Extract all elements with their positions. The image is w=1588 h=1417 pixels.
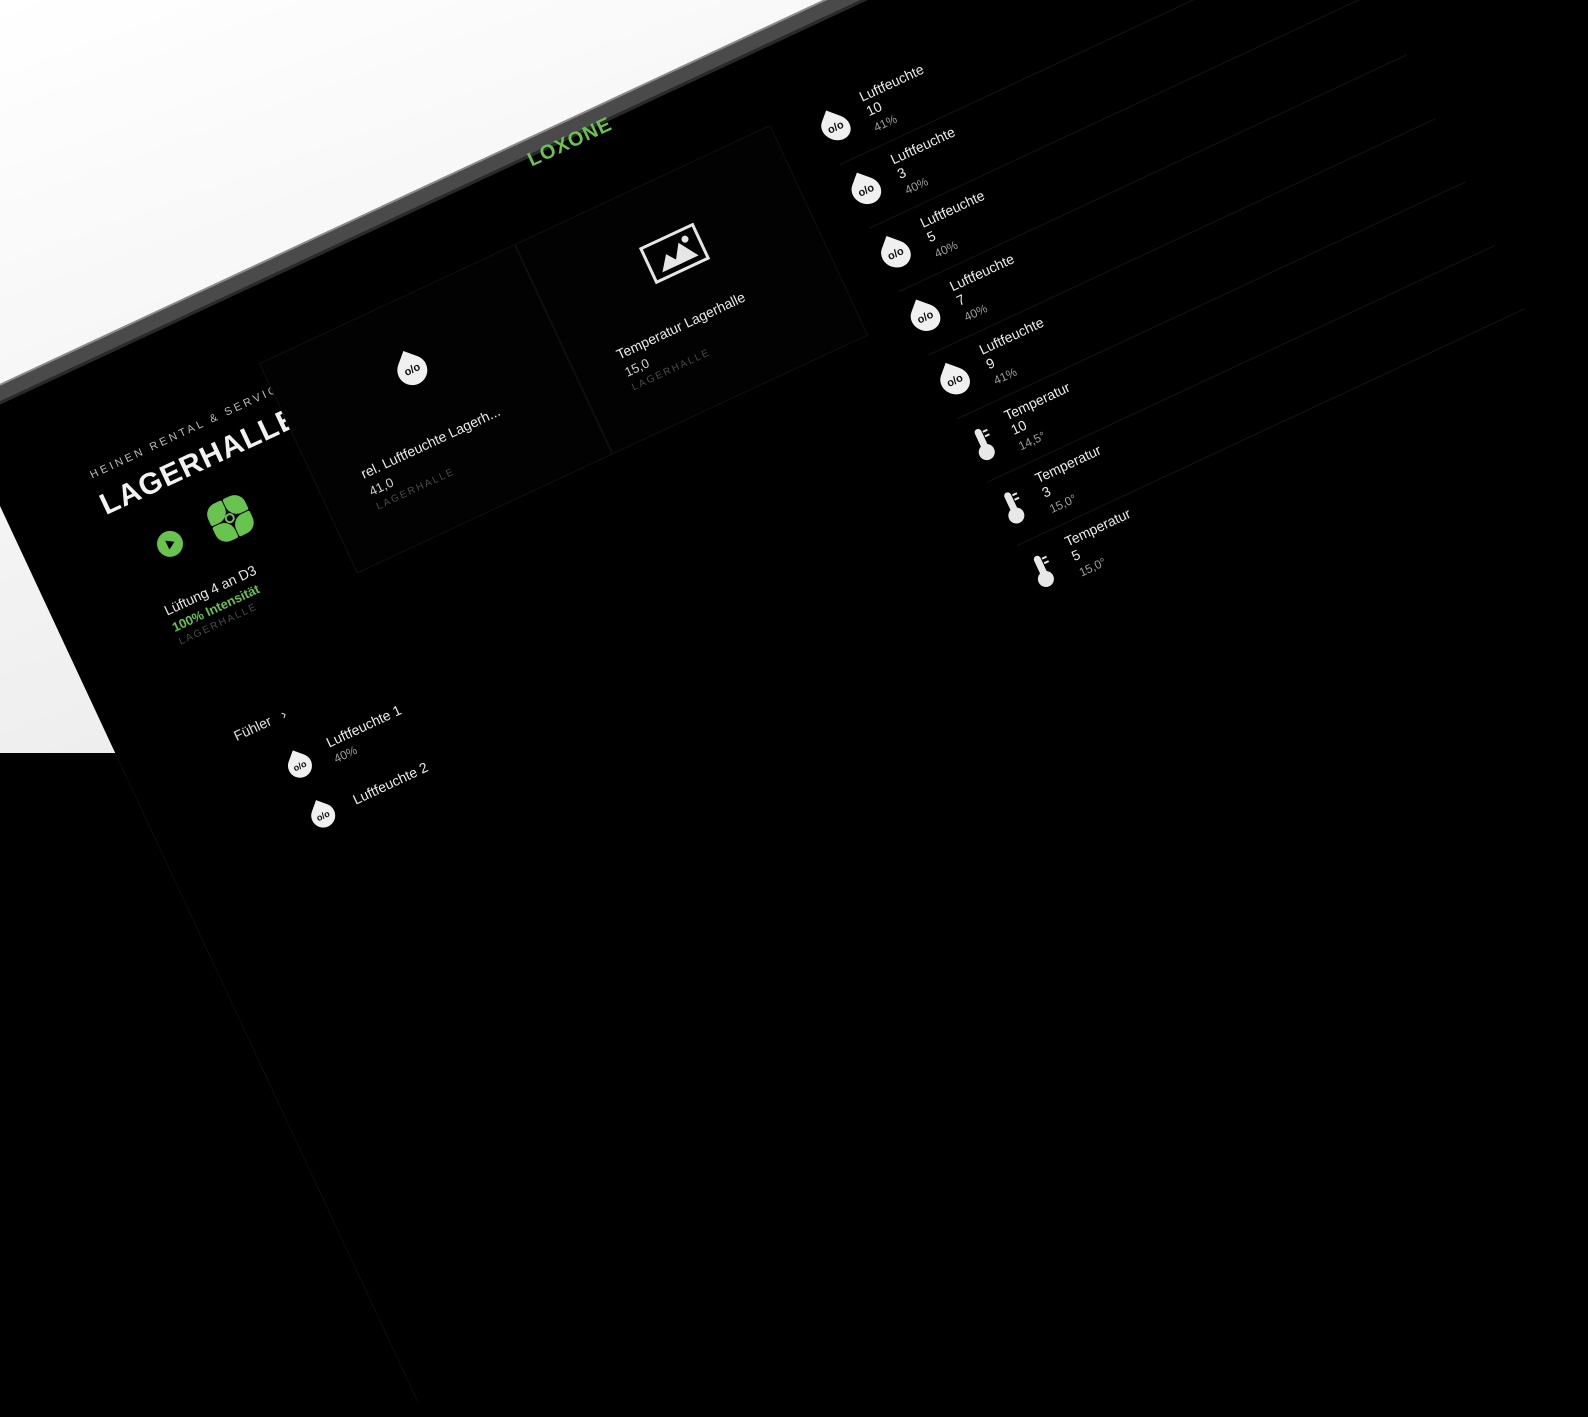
chevron-right-icon: › bbox=[277, 705, 289, 723]
humidity-drop-icon: o/o bbox=[817, 110, 855, 144]
humidity-drop-icon: o/o bbox=[307, 800, 339, 831]
humidity-drop-icon: o/o bbox=[877, 235, 915, 272]
play-button[interactable] bbox=[152, 526, 188, 562]
humidity-drop-icon: o/o bbox=[936, 362, 974, 399]
ventilation-control[interactable]: Lüftung 4 an D3 100% Intensität LAGERHAL… bbox=[162, 562, 273, 648]
picture-icon bbox=[638, 222, 711, 285]
fan-icon bbox=[199, 488, 260, 549]
humidity-drop-icon: o/o bbox=[284, 749, 316, 781]
humidity-drop-icon: o/o bbox=[393, 350, 432, 390]
thermometer-icon bbox=[1024, 551, 1059, 592]
section-fuehler[interactable]: Fühler › bbox=[231, 706, 289, 744]
sensor-name: Luftfeuchte 2 bbox=[350, 758, 431, 808]
play-icon bbox=[152, 526, 188, 562]
humidity-drop-icon: o/o bbox=[906, 299, 944, 335]
section-label: Fühler bbox=[231, 712, 274, 744]
thermometer-icon bbox=[995, 488, 1030, 529]
humidity-drop-icon: o/o bbox=[847, 172, 885, 208]
ventilation-button[interactable] bbox=[199, 488, 260, 549]
thermometer-icon bbox=[965, 425, 999, 465]
